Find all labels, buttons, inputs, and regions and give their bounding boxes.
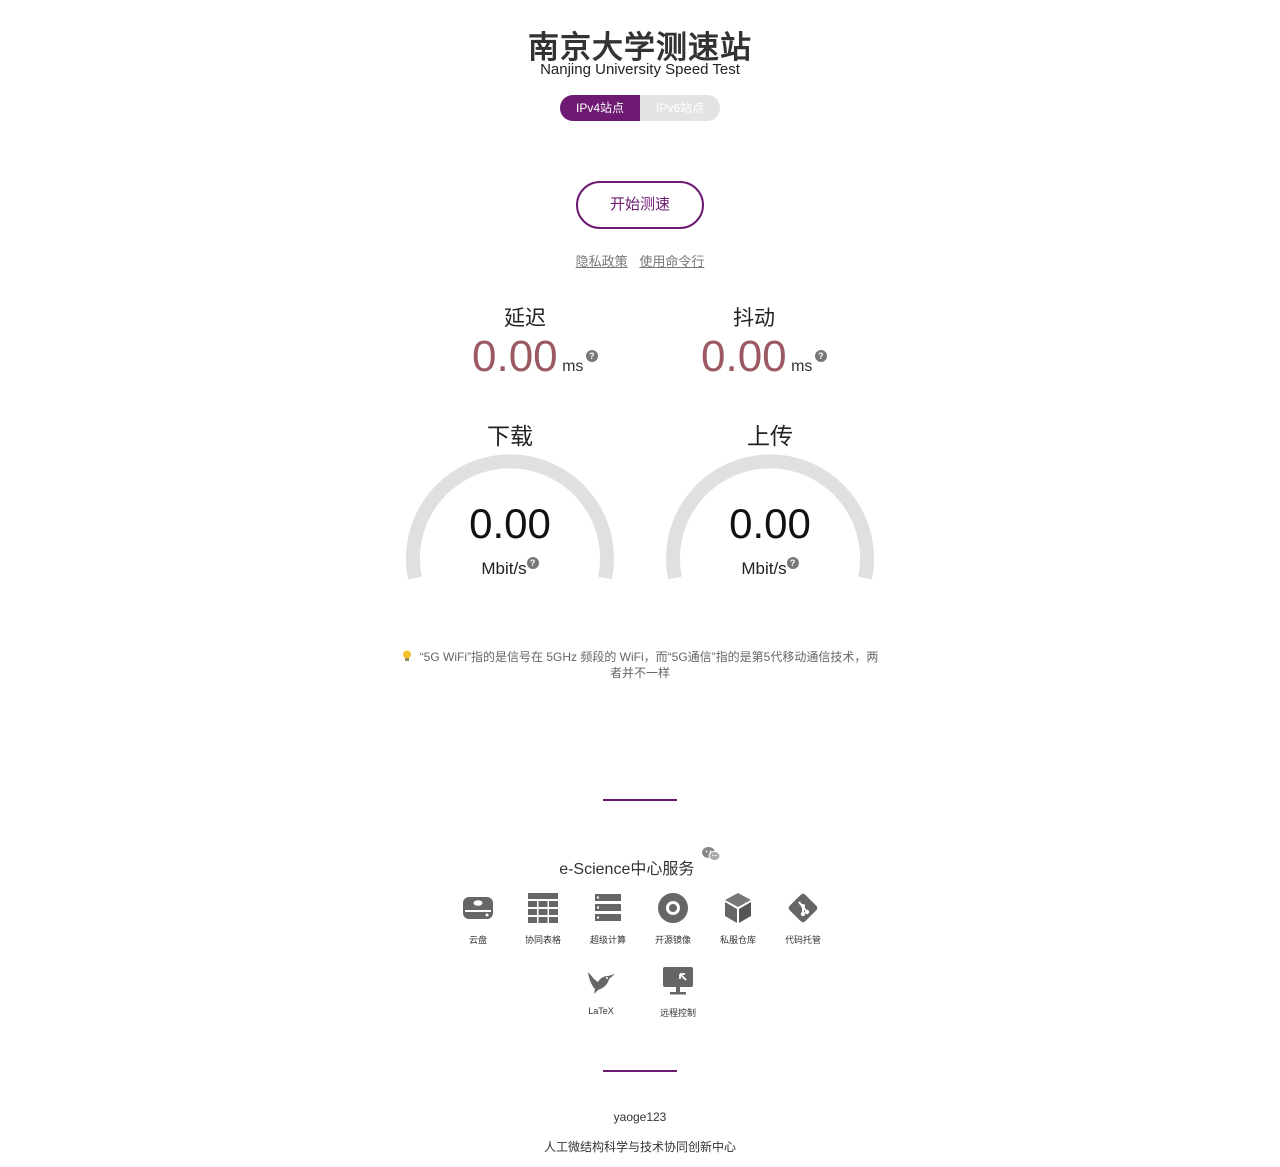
jitter-label: 抖动 <box>733 307 775 330</box>
services-title: e-Science中心服务 <box>559 861 695 878</box>
tip-text: “5G WiFi”指的是信号在 5GHz 频段的 WiFi，而“5G通信”指的是… <box>419 650 879 680</box>
lightbulb-icon <box>402 650 411 661</box>
privacy-link[interactable]: 隐私政策 <box>576 254 628 269</box>
ipv6-tab[interactable]: IPv6站点 <box>640 95 720 121</box>
divider-bottom <box>603 1070 677 1072</box>
cli-link[interactable]: 使用命令行 <box>639 254 704 269</box>
service-label: 超级计算 <box>589 935 626 945</box>
table-grid-icon <box>528 893 558 923</box>
tip-box: “5G WiFi”指的是信号在 5GHz 频段的 WiFi，而“5G通信”指的是… <box>400 649 880 681</box>
footer-author: yaoge123 <box>613 1110 667 1124</box>
jitter-help-icon[interactable]: ? <box>814 350 827 362</box>
service-label: LaTeX <box>588 1006 614 1016</box>
server-stack-icon <box>595 894 621 921</box>
upload-unit: Mbit/s <box>741 559 787 578</box>
start-test-button[interactable]: 开始测速 <box>576 181 704 229</box>
wechat-icon[interactable] <box>701 846 721 862</box>
latency-value: 0.00 <box>472 332 558 381</box>
service-label: 开源镜像 <box>654 935 691 945</box>
download-unit: Mbit/s <box>481 559 527 578</box>
footer-org: 人工微结构科学与技术协同创新中心 <box>543 1140 736 1154</box>
service-sheets[interactable]: 协同表格 <box>508 891 578 946</box>
service-label: 代码托管 <box>784 935 821 945</box>
service-git[interactable]: 代码托管 <box>768 891 838 946</box>
services-title-row: e-Science中心服务 <box>0 846 1280 879</box>
service-label: 私服仓库 <box>719 935 756 945</box>
latency-unit: ms <box>562 358 584 375</box>
latency-readout: 0.00 ms ? <box>472 332 598 382</box>
latency-label: 延迟 <box>504 307 546 330</box>
service-label: 云盘 <box>468 935 487 945</box>
hummingbird-icon <box>588 972 615 994</box>
service-cloud-drive[interactable]: 云盘 <box>443 891 513 946</box>
download-value: 0.00 <box>469 500 551 547</box>
service-remote[interactable]: 远程控制 <box>643 964 713 1019</box>
upload-unit-row: Mbit/s? <box>660 557 880 579</box>
jitter-readout: 0.00 ms ? <box>701 332 827 382</box>
package-box-icon <box>725 893 751 923</box>
jitter-value: 0.00 <box>701 332 787 381</box>
latency-help-icon[interactable]: ? <box>585 350 598 362</box>
download-unit-row: Mbit/s? <box>400 557 620 579</box>
page-subtitle: Nanjing University Speed Test <box>540 61 740 78</box>
cloud-drive-icon <box>463 897 493 919</box>
remote-desktop-icon <box>663 967 693 995</box>
upload-help-icon[interactable]: ? <box>786 557 799 569</box>
download-help-icon[interactable]: ? <box>526 557 539 569</box>
footer-links: 隐私政策 使用命令行 <box>0 251 1280 270</box>
service-latex[interactable]: LaTeX <box>566 964 636 1016</box>
service-label: 远程控制 <box>659 1008 696 1018</box>
service-label: 协同表格 <box>524 935 561 945</box>
service-mirror[interactable]: 开源镜像 <box>638 891 708 946</box>
disc-mirror-icon <box>658 893 688 923</box>
divider-top <box>603 799 677 801</box>
service-hpc[interactable]: 超级计算 <box>573 891 643 946</box>
git-icon <box>788 893 818 923</box>
upload-value: 0.00 <box>729 500 811 547</box>
service-registry[interactable]: 私服仓库 <box>703 891 773 946</box>
server-toggle: IPv4站点 IPv6站点 <box>560 95 720 121</box>
jitter-unit: ms <box>791 358 813 375</box>
ipv4-tab[interactable]: IPv4站点 <box>560 95 640 121</box>
